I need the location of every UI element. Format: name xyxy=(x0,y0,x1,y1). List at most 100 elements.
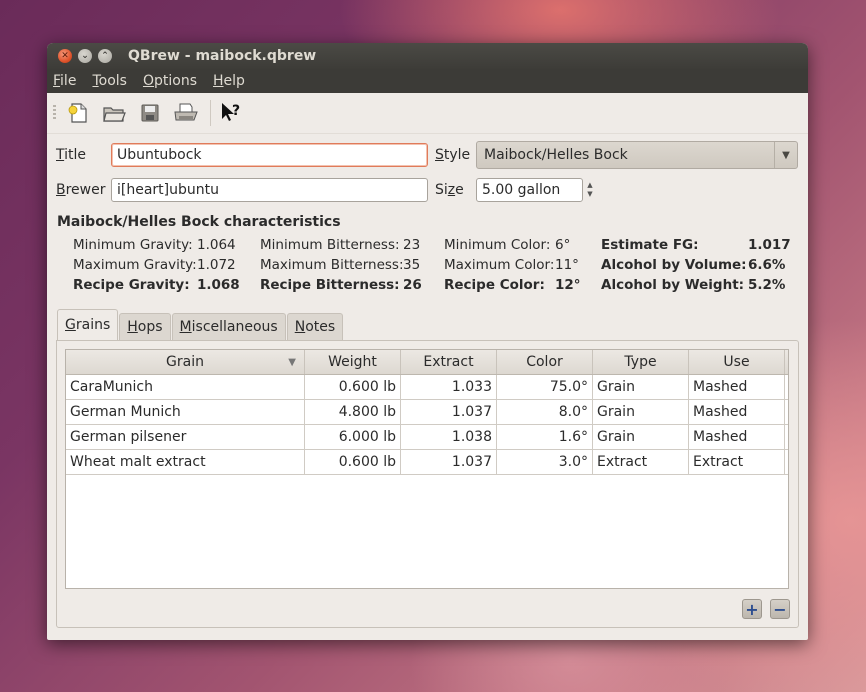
abv-label: Alcohol by Volume: xyxy=(601,257,747,273)
characteristics-heading: Maibock/Helles Bock characteristics xyxy=(57,214,341,230)
column-header-use[interactable]: Use xyxy=(689,350,785,374)
menu-options[interactable]: Options xyxy=(143,73,197,89)
color-cell: 75.0° xyxy=(497,375,593,399)
size-spinner: 5.00 gallon ▲ ▼ xyxy=(476,178,596,202)
estimate-fg-label: Estimate FG: xyxy=(601,237,699,253)
weight-cell: 0.600 lb xyxy=(305,450,401,474)
open-button[interactable] xyxy=(100,99,128,127)
max-gravity-label: Maximum Gravity: xyxy=(73,257,197,273)
extract-cell: 1.033 xyxy=(401,375,497,399)
type-cell: Grain xyxy=(593,400,689,424)
toolbar-grip[interactable] xyxy=(53,105,56,121)
recipe-gravity-label: Recipe Gravity: xyxy=(73,277,190,293)
add-grain-button[interactable]: + xyxy=(742,599,762,619)
remove-grain-button[interactable]: − xyxy=(770,599,790,619)
close-window-button[interactable]: ✕ xyxy=(58,49,72,63)
title-input[interactable]: Ubuntubock xyxy=(111,143,428,167)
menu-tools[interactable]: Tools xyxy=(92,73,127,89)
window-title: QBrew - maibock.qbrew xyxy=(128,48,317,64)
gravity-stats: Minimum Gravity: 1.064 Maximum Gravity:1.… xyxy=(73,235,240,295)
color-stats: Minimum Color: 6° Maximum Color:11° Recip… xyxy=(444,235,581,295)
spin-down-icon[interactable]: ▼ xyxy=(587,190,592,199)
toolbar-separator xyxy=(210,100,211,126)
min-bitterness-value: 23 xyxy=(403,237,421,253)
max-gravity-value: 1.072 xyxy=(197,257,236,273)
whats-this-button[interactable]: ? xyxy=(217,99,245,127)
maximize-window-button[interactable]: ⌃ xyxy=(98,49,112,63)
color-cell: 8.0° xyxy=(497,400,593,424)
size-stepper[interactable]: ▲ ▼ xyxy=(584,178,596,202)
column-header-type[interactable]: Type xyxy=(593,350,689,374)
column-header-extract[interactable]: Extract xyxy=(401,350,497,374)
recipe-color-value: 12° xyxy=(555,277,581,293)
max-bitterness-label: Maximum Bitterness: xyxy=(260,257,404,273)
min-color-value: 6° xyxy=(555,237,571,253)
recipe-color-label: Recipe Color: xyxy=(444,277,545,293)
size-row: Size 5.00 gallon ▲ ▼ xyxy=(435,178,596,202)
style-row: Style Maibock/Helles Bock ▼ xyxy=(435,141,798,169)
new-button[interactable] xyxy=(64,99,92,127)
tab-hops[interactable]: Hops xyxy=(119,313,171,340)
column-header-weight[interactable]: Weight xyxy=(305,350,401,374)
min-gravity-label: Minimum Gravity: xyxy=(73,237,193,253)
grains-table[interactable]: Grain ▼ Weight Extract Color Type Use Car… xyxy=(65,349,789,589)
grain-cell: German pilsener xyxy=(66,425,305,449)
save-icon xyxy=(141,104,159,122)
plus-icon: + xyxy=(745,599,759,619)
brewer-input[interactable]: i[heart]ubuntu xyxy=(111,178,428,202)
spin-up-icon[interactable]: ▲ xyxy=(587,181,592,190)
extract-cell: 1.038 xyxy=(401,425,497,449)
minimize-window-button[interactable]: ⌄ xyxy=(78,49,92,63)
tab-notes[interactable]: Notes xyxy=(286,313,344,340)
table-row[interactable]: CaraMunich 0.600 lb 1.033 75.0° Grain Ma… xyxy=(66,375,788,400)
menu-bar: File Tools Options Help xyxy=(47,69,808,93)
use-cell: Mashed xyxy=(689,425,785,449)
style-combo-value: Maibock/Helles Bock xyxy=(484,147,628,163)
table-row[interactable]: German Munich 4.800 lb 1.037 8.0° Grain … xyxy=(66,400,788,425)
use-cell: Mashed xyxy=(689,375,785,399)
print-button[interactable] xyxy=(172,99,200,127)
save-button[interactable] xyxy=(136,99,164,127)
qbrew-window: ✕ ⌄ ⌃ QBrew - maibock.qbrew File Tools O… xyxy=(47,43,808,640)
type-cell: Extract xyxy=(593,450,689,474)
bitterness-stats: Minimum Bitterness: 23 Maximum Bitterness… xyxy=(260,235,422,295)
abv-value: 6.6% xyxy=(748,257,786,273)
min-bitterness-label: Minimum Bitterness: xyxy=(260,237,400,253)
chevron-down-icon[interactable]: ▼ xyxy=(774,142,797,168)
new-icon xyxy=(68,103,87,123)
extract-cell: 1.037 xyxy=(401,450,497,474)
column-header-grain[interactable]: Grain ▼ xyxy=(66,350,305,374)
weight-cell: 4.800 lb xyxy=(305,400,401,424)
tab-bar: Grains Hops Miscellaneous Notes xyxy=(57,309,344,340)
menu-help[interactable]: Help xyxy=(213,73,245,89)
brewer-row: Brewer i[heart]ubuntu xyxy=(56,178,428,202)
table-row[interactable]: German pilsener 6.000 lb 1.038 1.6° Grai… xyxy=(66,425,788,450)
style-label: Style xyxy=(435,147,471,163)
minus-icon: − xyxy=(773,599,787,619)
weight-cell: 0.600 lb xyxy=(305,375,401,399)
title-row: Title Ubuntubock xyxy=(56,143,428,167)
size-input[interactable]: 5.00 gallon xyxy=(476,178,583,202)
recipe-bitterness-label: Recipe Bitterness: xyxy=(260,277,400,293)
table-row[interactable]: Wheat malt extract 0.600 lb 1.037 3.0° E… xyxy=(66,450,788,475)
estimate-stats: Estimate FG: 1.017 Alcohol by Volume:6.6%… xyxy=(601,235,791,295)
tab-miscellaneous[interactable]: Miscellaneous xyxy=(171,313,286,340)
abw-label: Alcohol by Weight: xyxy=(601,277,745,293)
type-cell: Grain xyxy=(593,425,689,449)
weight-cell: 6.000 lb xyxy=(305,425,401,449)
recipe-bitterness-value: 26 xyxy=(403,277,422,293)
column-header-color[interactable]: Color xyxy=(497,350,593,374)
color-cell: 1.6° xyxy=(497,425,593,449)
estimate-fg-value: 1.017 xyxy=(748,237,791,253)
title-bar: ✕ ⌄ ⌃ QBrew - maibock.qbrew xyxy=(47,43,808,69)
svg-text:?: ? xyxy=(232,103,240,119)
grains-panel: Grain ▼ Weight Extract Color Type Use Car… xyxy=(56,340,799,628)
style-combo[interactable]: Maibock/Helles Bock ▼ xyxy=(476,141,798,169)
use-cell: Extract xyxy=(689,450,785,474)
whats-this-icon: ? xyxy=(222,103,240,121)
tab-grains[interactable]: Grains xyxy=(57,309,119,340)
menu-file[interactable]: File xyxy=(53,73,76,89)
table-header: Grain ▼ Weight Extract Color Type Use xyxy=(66,350,788,375)
size-label: Size xyxy=(435,182,464,198)
grain-cell: German Munich xyxy=(66,400,305,424)
